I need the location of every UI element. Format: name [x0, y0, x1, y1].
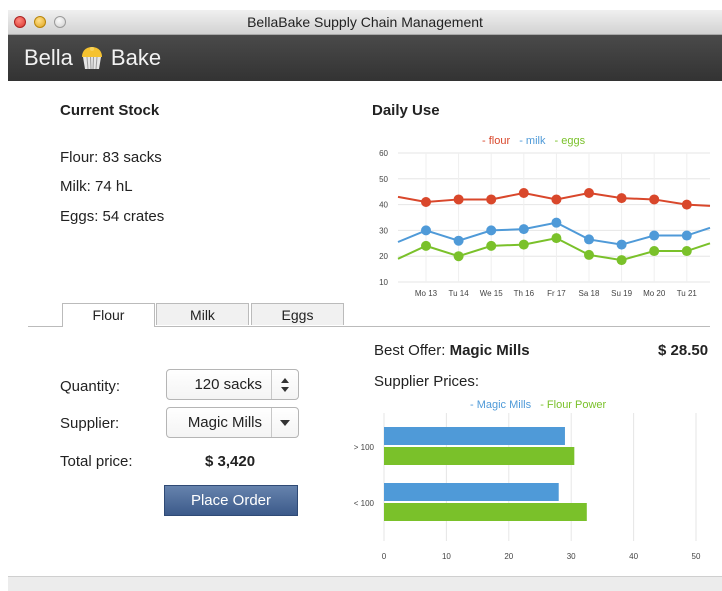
data-point-flour	[584, 187, 594, 198]
bar-magic-mills	[384, 483, 559, 501]
data-point-milk	[486, 225, 497, 236]
daily-use-chart: 10 20 30 40 50 60 Mo 13 Tu 14 We 15 Th 16 Fr 17 Sa …	[379, 149, 711, 298]
data-point-milk	[453, 235, 464, 246]
data-point-milk	[649, 230, 660, 241]
category-label: < 100	[354, 499, 375, 508]
data-point-eggs	[584, 249, 594, 260]
data-point-milk	[616, 239, 627, 250]
best-offer-label: Best Offer:	[374, 342, 450, 359]
y-tick-label: 40	[379, 201, 388, 210]
app-window: BellaBake Supply Chain Management Bella …	[8, 10, 722, 591]
daily-use-legend: - flour - milk - eggs	[482, 135, 591, 147]
data-point-eggs	[486, 240, 497, 251]
data-point-eggs	[551, 233, 562, 244]
data-point-milk	[584, 234, 594, 245]
data-point-eggs	[421, 240, 431, 251]
x-tick-label: Fr 17	[547, 289, 566, 298]
tab-flour[interactable]: Flour	[62, 303, 155, 327]
brand-text-left: Bella	[24, 45, 73, 70]
supplier-label: Supplier:	[60, 415, 120, 432]
data-point-milk	[681, 230, 692, 241]
supplier-prices-title: Supplier Prices:	[374, 373, 480, 390]
data-point-flour	[649, 194, 660, 205]
best-offer-supplier: Magic Mills	[449, 342, 530, 359]
data-point-eggs	[453, 251, 464, 262]
data-point-flour	[551, 194, 562, 205]
chevron-down-icon[interactable]	[280, 420, 290, 426]
x-tick-label: Mo 13	[415, 289, 438, 298]
place-order-button[interactable]: Place Order	[164, 485, 298, 516]
data-point-flour	[486, 194, 497, 205]
bar-flour-power	[384, 447, 575, 465]
quantity-label: Quantity:	[60, 378, 121, 395]
data-point-milk	[421, 225, 431, 236]
x-tick-label: Tu 14	[449, 289, 470, 298]
daily-use-title: Daily Use	[372, 102, 440, 119]
best-offer-price: $ 28.50	[658, 342, 709, 359]
best-offer: Best Offer: Magic Mills	[374, 342, 530, 359]
brand-text-right: Bake	[110, 45, 162, 70]
supplier-select[interactable]: Magic Mills	[166, 407, 299, 438]
x-tick-label: We 15	[480, 289, 504, 298]
supplier-prices-legend: - Magic Mills - Flour Power	[470, 399, 612, 411]
x-tick-label: 30	[567, 552, 576, 561]
supplier-prices-chart: 0 10 20 30 40 50 > 100 < 100	[354, 413, 701, 561]
brand-logo: Bella Bake	[24, 45, 161, 71]
x-tick-label: Su 19	[611, 289, 632, 298]
eggs-stock: Eggs: 54 crates	[60, 208, 165, 225]
data-point-flour	[518, 187, 529, 198]
x-tick-label: Mo 20	[643, 289, 666, 298]
legend-magic-mills: - Magic Mills	[470, 399, 532, 411]
ingredient-tabs: Flour Milk Eggs	[28, 303, 710, 327]
data-point-flour	[616, 193, 627, 204]
data-point-milk	[518, 224, 529, 235]
title-bar: BellaBake Supply Chain Management	[8, 10, 722, 35]
legend-milk: - milk	[519, 135, 546, 147]
data-point-flour	[453, 194, 464, 205]
x-tick-label: 10	[442, 552, 451, 561]
x-tick-label: 0	[382, 552, 387, 561]
legend-eggs: - eggs	[554, 135, 586, 147]
y-tick-label: 50	[379, 175, 388, 184]
total-price-label: Total price:	[60, 453, 133, 470]
data-point-eggs	[649, 246, 660, 257]
bar-flour-power	[384, 503, 587, 521]
bar-magic-mills	[384, 427, 565, 445]
app-header: Bella Bake	[8, 35, 722, 81]
x-tick-label: 40	[629, 552, 638, 561]
data-point-milk	[551, 217, 562, 228]
tab-eggs[interactable]: Eggs	[251, 303, 344, 325]
y-tick-label: 30	[379, 226, 388, 235]
data-point-flour	[681, 199, 692, 210]
milk-stock: Milk: 74 hL	[60, 178, 133, 195]
x-tick-label: Sa 18	[579, 289, 600, 298]
legend-flour-power: - Flour Power	[540, 399, 607, 411]
window-title: BellaBake Supply Chain Management	[247, 14, 483, 30]
supplier-value: Magic Mills	[187, 414, 262, 431]
data-point-flour	[421, 197, 431, 208]
y-tick-label: 10	[379, 278, 388, 287]
legend-flour: - flour	[482, 135, 511, 147]
data-point-eggs	[681, 246, 692, 257]
tab-milk[interactable]: Milk	[156, 303, 249, 325]
x-tick-label: 20	[504, 552, 513, 561]
cupcake-icon	[81, 47, 102, 70]
x-tick-label: Tu 21	[677, 289, 698, 298]
quantity-value: 120 sacks	[194, 376, 262, 393]
data-point-eggs	[518, 239, 529, 250]
x-tick-label: Th 16	[514, 289, 535, 298]
flour-stock: Flour: 83 sacks	[60, 149, 162, 166]
y-tick-label: 20	[379, 252, 388, 261]
current-stock-title: Current Stock	[60, 102, 160, 119]
status-bar	[8, 576, 722, 591]
data-point-eggs	[616, 255, 627, 266]
y-tick-label: 60	[379, 149, 388, 158]
category-label: > 100	[354, 443, 375, 452]
quantity-stepper[interactable]: 120 sacks	[166, 369, 299, 400]
total-price-value: $ 3,420	[205, 453, 256, 470]
x-tick-label: 50	[692, 552, 701, 561]
stepper-arrows-icon[interactable]	[279, 376, 291, 394]
